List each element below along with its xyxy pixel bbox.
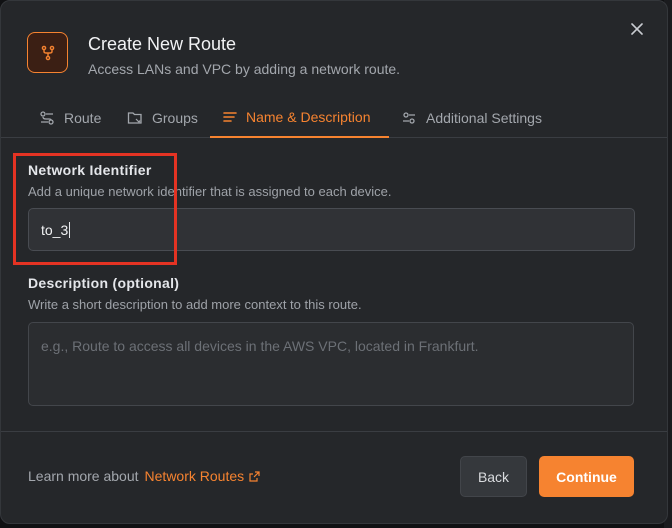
description-placeholder: e.g., Route to access all devices in the… <box>41 338 479 354</box>
route-icon <box>27 32 68 73</box>
description-section: Description (optional) Write a short des… <box>28 275 362 312</box>
tab-bar: Route Groups Name & Description Addition… <box>1 98 667 138</box>
description-label: Description (optional) <box>28 275 180 291</box>
close-button[interactable] <box>627 19 647 39</box>
external-link-icon <box>249 470 260 482</box>
create-route-dialog: Create New Route Access LANs and VPC by … <box>0 0 668 524</box>
tab-label: Route <box>64 110 102 126</box>
tab-label: Name & Description <box>246 109 371 125</box>
dialog-subtitle: Access LANs and VPC by adding a network … <box>88 61 401 77</box>
close-icon <box>631 23 643 35</box>
description-textarea[interactable]: e.g., Route to access all devices in the… <box>28 322 634 406</box>
learn-more: Learn more about Network Routes <box>28 468 260 484</box>
tab-label: Additional Settings <box>426 110 542 126</box>
route-settings-icon <box>40 111 54 125</box>
dialog-title: Create New Route <box>88 34 237 54</box>
tab-groups[interactable]: Groups <box>127 98 198 138</box>
groups-icon <box>127 112 142 124</box>
text-lines-icon <box>223 112 237 122</box>
tab-label: Groups <box>152 110 198 126</box>
dialog-header: Create New Route Access LANs and VPC by … <box>27 30 400 77</box>
tab-name-description[interactable]: Name & Description <box>210 98 389 138</box>
continue-button[interactable]: Continue <box>539 456 634 497</box>
tab-route[interactable]: Route <box>39 98 101 138</box>
sliders-icon <box>403 112 415 124</box>
footer-divider <box>1 431 667 432</box>
learn-more-text: Learn more about <box>28 468 139 484</box>
highlight-box <box>13 153 177 265</box>
network-routes-link-label: Network Routes <box>144 468 245 484</box>
tab-additional-settings[interactable]: Additional Settings <box>401 98 542 138</box>
network-routes-link[interactable]: Network Routes <box>145 468 261 484</box>
dialog-heading: Create New Route Access LANs and VPC by … <box>88 30 400 77</box>
description-help: Write a short description to add more co… <box>28 297 362 312</box>
back-button[interactable]: Back <box>460 456 527 497</box>
